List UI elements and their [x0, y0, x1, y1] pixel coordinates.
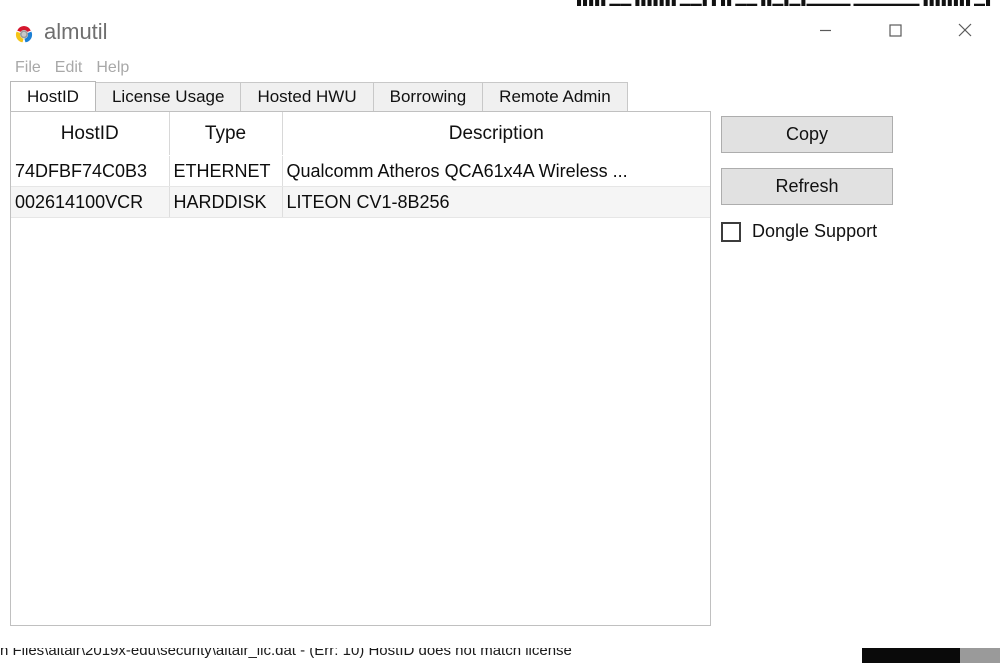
column-header-description[interactable]: Description	[282, 112, 710, 156]
menu-item-help[interactable]: Help	[89, 54, 136, 81]
tab-hosted-hwu[interactable]: Hosted HWU	[240, 82, 374, 111]
almutil-window: almutil File Edit Help HostID License Us…	[0, 6, 1000, 648]
menu-item-edit[interactable]: Edit	[48, 54, 90, 81]
cell-hostid: 74DFBF74C0B3	[11, 155, 170, 187]
maximize-icon	[888, 23, 902, 37]
refresh-button[interactable]: Refresh	[721, 168, 893, 205]
background-bleed-bottom: n Files\altair\2019x-edu\security\altair…	[0, 648, 1000, 663]
dongle-support-checkbox[interactable]	[721, 221, 741, 242]
tab-content-hostid: HostID Type Description 74DFBF74C0B3 ETH…	[0, 111, 1000, 627]
cell-type: HARDDISK	[169, 186, 283, 218]
window-controls	[790, 6, 1000, 54]
close-button[interactable]	[930, 6, 1000, 54]
dongle-support-checkbox-row[interactable]: Dongle Support	[721, 221, 991, 242]
table-header-row: HostID Type Description	[11, 112, 710, 156]
menu-item-file[interactable]: File	[8, 54, 48, 81]
hostid-table: HostID Type Description 74DFBF74C0B3 ETH…	[11, 112, 710, 218]
title-bar: almutil	[0, 6, 1000, 54]
cell-type: ETHERNET	[169, 155, 283, 187]
minimize-button[interactable]	[790, 6, 860, 54]
cell-description: Qualcomm Atheros QCA61x4A Wireless ...	[282, 155, 710, 187]
close-icon	[958, 23, 972, 37]
cell-hostid: 002614100VCR	[11, 186, 170, 218]
maximize-button[interactable]	[860, 6, 930, 54]
table-row[interactable]: 74DFBF74C0B3 ETHERNET Qualcomm Atheros Q…	[11, 155, 710, 187]
tab-license-usage[interactable]: License Usage	[94, 82, 242, 111]
background-bleed-bottom-text: n Files\altair\2019x-edu\security\altair…	[0, 648, 572, 659]
hostid-table-panel[interactable]: HostID Type Description 74DFBF74C0B3 ETH…	[10, 111, 711, 626]
tab-borrowing[interactable]: Borrowing	[372, 82, 484, 111]
window-title: almutil	[44, 19, 108, 44]
minimize-icon	[819, 29, 831, 31]
tab-remote-admin[interactable]: Remote Admin	[482, 82, 628, 111]
column-header-type[interactable]: Type	[169, 112, 283, 156]
copy-button[interactable]: Copy	[721, 116, 893, 153]
tab-hostid[interactable]: HostID	[10, 81, 96, 111]
tab-bar: HostID License Usage Hosted HWU Borrowin…	[10, 81, 1000, 111]
side-controls-panel: Copy Refresh Dongle Support	[721, 111, 991, 242]
background-bleed-gray-block	[960, 648, 1000, 663]
table-row[interactable]: 002614100VCR HARDDISK LITEON CV1-8B256	[11, 186, 710, 218]
dongle-support-label: Dongle Support	[752, 221, 878, 241]
menu-bar: File Edit Help	[0, 54, 1000, 81]
cell-description: LITEON CV1-8B256	[282, 186, 710, 218]
column-header-hostid[interactable]: HostID	[11, 112, 170, 156]
almutil-logo-icon	[10, 19, 38, 47]
